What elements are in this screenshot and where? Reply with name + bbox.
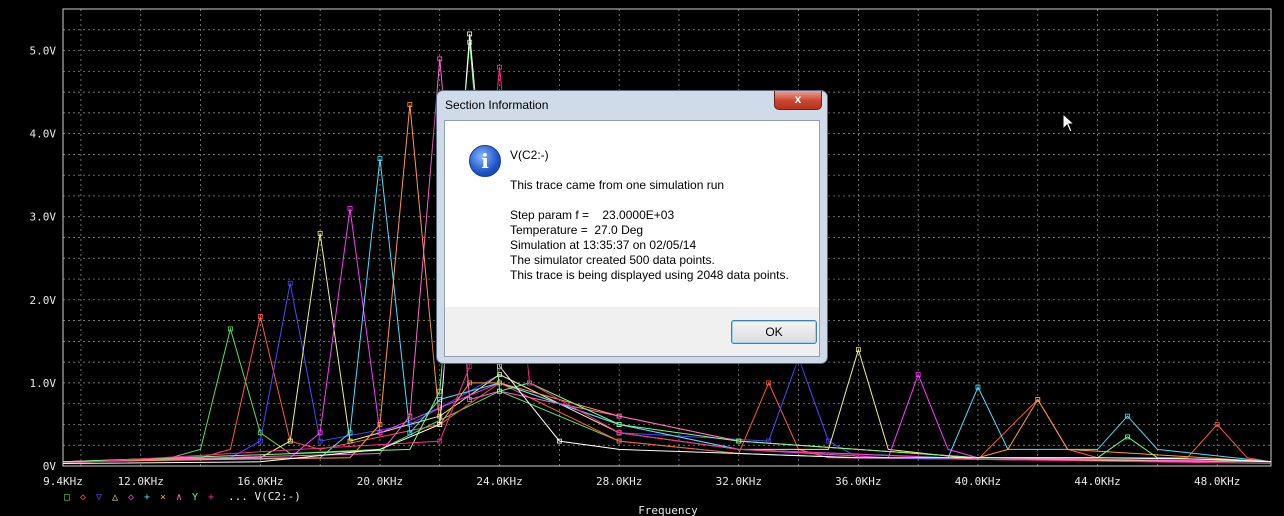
y-tick-label: 0V	[43, 460, 57, 473]
legend-marker: ◇	[80, 492, 86, 503]
ok-button[interactable]: OK	[731, 320, 817, 344]
legend-marker: ◇	[128, 492, 134, 503]
x-tick-label: 12.0KHz	[118, 475, 164, 488]
display-points: This trace is being displayed using 2048…	[510, 268, 789, 282]
y-tick-label: 4.0V	[30, 128, 57, 141]
step-param: Step param f = 23.0000E+03	[510, 208, 675, 222]
temperature: Temperature = 27.0 Deg	[510, 223, 644, 237]
created-points: The simulator created 500 data points.	[510, 253, 715, 267]
x-tick-label: 28.0KHz	[596, 475, 642, 488]
x-tick-label: 32.0KHz	[716, 475, 762, 488]
close-button[interactable]: x	[774, 91, 822, 110]
trace-name: V(C2:-)	[510, 148, 549, 162]
x-tick-label: 36.0KHz	[835, 475, 881, 488]
dialog-body: i V(C2:-) This trace came from one simul…	[444, 120, 820, 357]
legend-marker: ∧	[176, 492, 182, 503]
x-tick-label: 9.4KHz	[43, 475, 83, 488]
dialog-title: Section Information	[445, 98, 549, 112]
x-tick-label: 20.0KHz	[357, 475, 403, 488]
x-tick-label: 40.0KHz	[955, 475, 1001, 488]
y-tick-label: 2.0V	[30, 294, 57, 307]
mouse-cursor-icon	[1062, 113, 1076, 133]
legend-marker: △	[112, 492, 118, 503]
x-tick-label: 44.0KHz	[1074, 475, 1120, 488]
x-tick-labels: 9.4KHz 12.0KHz 16.0KHz 20.0KHz 24.0KHz 28.0KH…	[43, 475, 1240, 488]
y-tick-label: 3.0V	[30, 211, 57, 224]
run-info: This trace came from one simulation run	[510, 178, 725, 192]
simulation-time: Simulation at 13:35:37 on 02/05/14	[510, 238, 697, 252]
legend-label: ... V(C2:-)	[228, 490, 301, 503]
x-tick-label: 48.0KHz	[1194, 475, 1240, 488]
x-tick-label: 16.0KHz	[237, 475, 283, 488]
legend-marker: □	[64, 492, 70, 503]
y-tick-labels: 0V 1.0V 2.0V 3.0V 4.0V 5.0V	[30, 45, 57, 473]
x-tick-label: 24.0KHz	[476, 475, 522, 488]
legend-marker: +	[208, 492, 214, 503]
legend: □ ◇ ▽ △ ◇ + × ∧ Y + ... V(C2:-)	[64, 490, 301, 503]
dialog-content: i V(C2:-) This trace came from one simul…	[445, 121, 819, 307]
x-axis-label: Frequency	[638, 504, 698, 516]
y-tick-label: 5.0V	[30, 45, 57, 58]
section-information-dialog: Section Information x i V(C2:-) This tra…	[436, 90, 828, 364]
legend-marker: +	[144, 492, 150, 503]
y-tick-label: 1.0V	[30, 377, 57, 390]
legend-marker: ×	[160, 492, 166, 503]
legend-marker: ▽	[96, 492, 102, 503]
info-icon: i	[469, 145, 501, 177]
legend-marker: Y	[192, 492, 198, 503]
